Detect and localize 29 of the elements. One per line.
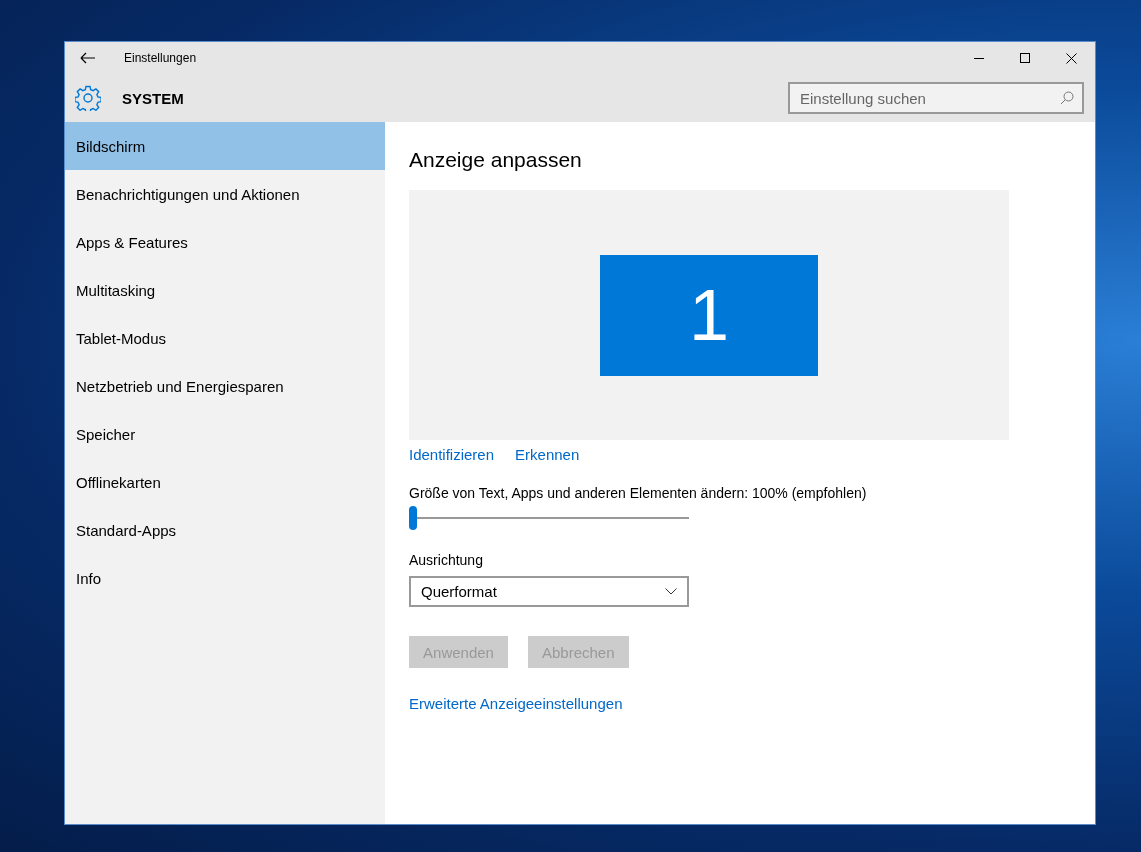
orientation-label: Ausrichtung	[409, 552, 484, 568]
sidebar-item[interactable]: Multitasking	[65, 266, 385, 314]
sidebar-item[interactable]: Tablet-Modus	[65, 314, 385, 362]
sidebar-item[interactable]: Standard-Apps	[65, 506, 385, 554]
back-arrow-icon[interactable]	[80, 52, 96, 64]
orientation-dropdown[interactable]: Querformat	[409, 576, 689, 607]
sidebar-item[interactable]: Benachrichtigungen und Aktionen	[65, 170, 385, 218]
window-title: Einstellungen	[124, 51, 198, 65]
sidebar-item[interactable]: Offlinekarten	[65, 458, 385, 506]
slider-thumb[interactable]	[409, 506, 417, 530]
search-field[interactable]: Einstellung suchen	[788, 82, 1084, 114]
scale-slider[interactable]	[409, 506, 689, 530]
monitor-tile[interactable]: 1	[600, 254, 818, 376]
gear-icon	[75, 85, 101, 111]
sidebar-item[interactable]: Speicher	[65, 410, 385, 458]
link[interactable]: Erkennen	[515, 446, 580, 463]
link[interactable]: Erweiterte Anzeigeeinstellungen	[409, 695, 623, 712]
sidebar-item[interactable]: Apps & Features	[65, 218, 385, 266]
chevron-down-icon[interactable]	[665, 588, 677, 595]
sidebar-item[interactable]: Netzbetrieb und Energiesparen	[65, 362, 385, 410]
link[interactable]: Identifizieren	[409, 446, 495, 463]
maximize-icon[interactable]	[1020, 52, 1030, 63]
section-title: SYSTEM	[122, 89, 185, 107]
sidebar-item[interactable]: Info	[65, 554, 385, 602]
scale-label: Größe von Text, Apps und anderen Elementen ändern: 100% (empfohlen)	[409, 485, 868, 501]
close-icon[interactable]	[1066, 52, 1077, 64]
search-icon[interactable]	[1060, 91, 1074, 105]
page-heading: Anzeige anpassen	[409, 148, 583, 172]
sidebar-item[interactable]: Bildschirm	[65, 122, 385, 170]
